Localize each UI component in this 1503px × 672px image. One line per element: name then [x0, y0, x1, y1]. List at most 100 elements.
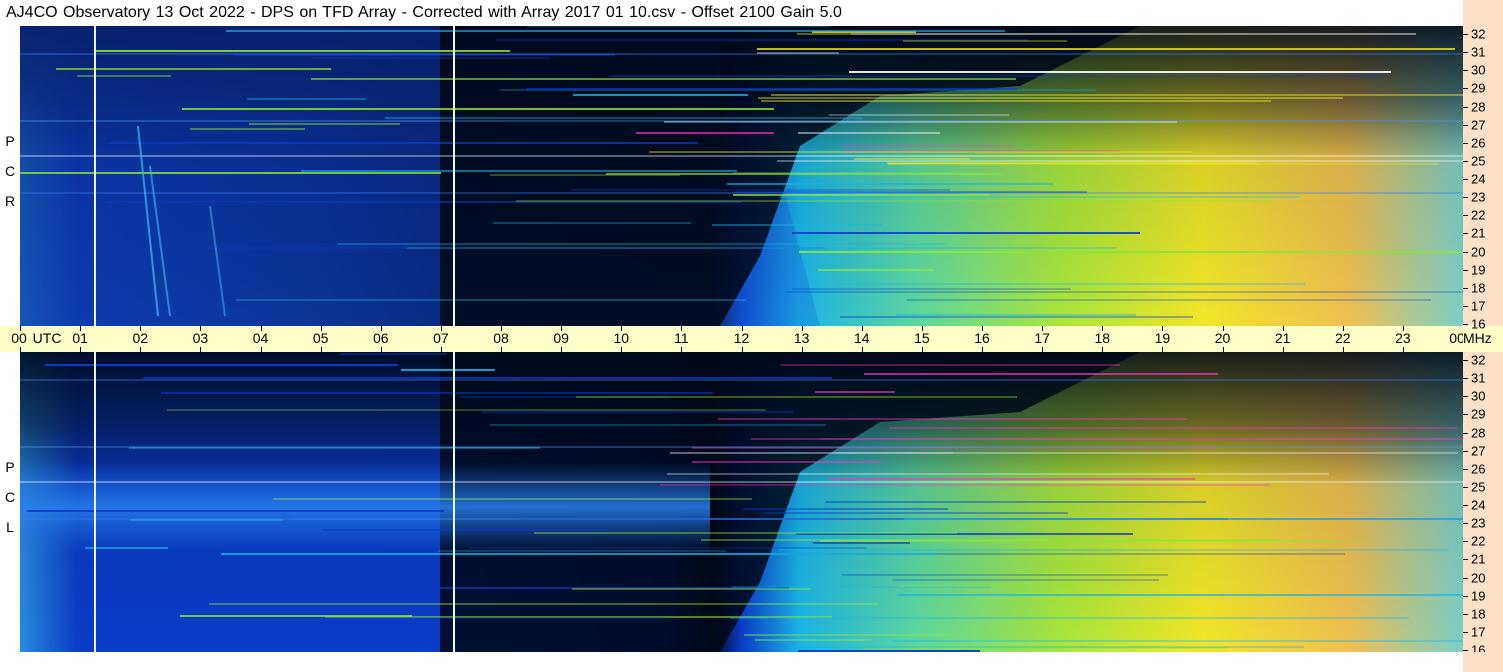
utc-tick-label: 02 — [132, 330, 149, 346]
utc-tick-label: 09 — [553, 330, 569, 346]
freq-tick-mark — [1463, 70, 1468, 72]
freq-tick-mark — [1463, 305, 1468, 307]
utc-tick-mark — [982, 326, 983, 331]
freq-tick-mark — [1463, 577, 1468, 579]
utc-tick-label: UTC — [32, 330, 62, 346]
utc-tick-label: 00 — [1449, 330, 1463, 346]
utc-tick-mark — [1342, 326, 1344, 331]
pol-letter: C — [4, 489, 16, 505]
freq-tick-label: 25 — [1471, 479, 1486, 495]
utc-tick-label: 19 — [1154, 330, 1171, 346]
utc-tick-label: 04 — [252, 330, 269, 346]
utc-tick-label: 05 — [312, 330, 329, 346]
polarization-label-lcp: P C L — [0, 452, 20, 542]
utc-tick-mark — [621, 326, 623, 331]
utc-tick-mark — [1282, 326, 1284, 331]
utc-tick-label: 21 — [1274, 330, 1291, 346]
utc-tick-label: 16 — [974, 330, 990, 346]
utc-tick-mark — [380, 326, 382, 331]
freq-tick-mark — [1463, 468, 1468, 470]
freq-tick-label: 31 — [1471, 370, 1486, 386]
frequency-axis-rcp: 32 31 30 29 28 27 26 25 24 23 22 21 20 19 18 17 16 — [1463, 26, 1503, 332]
utc-tick-label: 17 — [1034, 330, 1050, 346]
utc-tick-label: 06 — [372, 330, 389, 346]
freq-tick-mark — [1463, 287, 1468, 289]
spectrogram-rcp — [20, 26, 1463, 326]
utc-tick-mark — [1042, 326, 1044, 331]
polarization-label-rcp: P C R — [0, 126, 20, 216]
utc-tick-mark — [561, 326, 563, 331]
utc-tick-mark — [801, 326, 803, 331]
utc-tick-mark — [1402, 326, 1404, 331]
freq-tick-label: 19 — [1471, 262, 1486, 278]
freq-axis-header — [1463, 0, 1503, 26]
freq-tick-mark — [1463, 160, 1468, 162]
freq-tick-label: 26 — [1471, 135, 1486, 151]
utc-tick-label: 03 — [192, 330, 209, 346]
utc-tick-label: 15 — [914, 330, 930, 346]
freq-tick-label: 26 — [1471, 461, 1486, 477]
freq-tick-label: 21 — [1471, 551, 1486, 567]
freq-tick-mark — [1463, 523, 1468, 525]
utc-tick-mark — [80, 326, 82, 331]
utc-tick-mark — [260, 326, 262, 331]
utc-tick-label: 10 — [613, 330, 630, 346]
freq-tick-label: 20 — [1471, 570, 1486, 585]
utc-tick-mark — [1162, 326, 1164, 331]
freq-tick-mark — [1463, 396, 1468, 398]
freq-tick-label: 29 — [1471, 80, 1486, 96]
utc-tick-label: 18 — [1094, 330, 1111, 346]
freq-tick-mark — [1463, 197, 1468, 199]
utc-tick-label: 07 — [433, 330, 449, 346]
freq-tick-label: 18 — [1471, 280, 1486, 296]
freq-tick-mark — [1463, 559, 1468, 561]
freq-tick-mark — [1463, 414, 1468, 416]
utc-tick-mark — [501, 326, 502, 331]
freq-tick-label: 27 — [1471, 117, 1486, 133]
bottom-margin — [0, 652, 1503, 672]
freq-tick-label: 32 — [1471, 26, 1486, 42]
spectrogram-lcp — [20, 352, 1463, 652]
utc-tick-mark — [861, 326, 863, 331]
utc-tick-mark — [140, 326, 142, 331]
freq-tick-label: 29 — [1471, 406, 1486, 422]
freq-tick-label: 16 — [1471, 316, 1486, 332]
utc-tick-mark — [921, 326, 923, 331]
pol-letter: R — [4, 193, 16, 209]
freq-tick-mark — [1463, 251, 1468, 253]
utc-tick-mark — [1102, 326, 1104, 331]
utc-tick-label: 22 — [1334, 330, 1351, 346]
freq-tick-mark — [1463, 486, 1468, 488]
freq-tick-mark — [1463, 450, 1468, 452]
mhz-unit-label: MHz — [1463, 330, 1492, 346]
freq-tick-mark — [1463, 324, 1468, 325]
utc-tick-label: 14 — [853, 330, 870, 346]
freq-tick-label: 23 — [1471, 515, 1486, 531]
freq-tick-mark — [1463, 595, 1468, 597]
freq-tick-label: 27 — [1471, 443, 1486, 459]
freq-tick-mark — [1463, 215, 1468, 217]
freq-tick-label: 22 — [1471, 207, 1486, 223]
window-title: AJ4CO Observatory 13 Oct 2022 - DPS on T… — [0, 0, 1463, 26]
freq-tick-mark — [1463, 34, 1468, 35]
utc-tick-mark — [200, 326, 202, 331]
freq-tick-label: 30 — [1471, 388, 1486, 404]
pol-letter: P — [5, 459, 15, 475]
utc-tick-label: 01 — [72, 330, 88, 346]
freq-tick-label: 30 — [1471, 62, 1486, 78]
freq-tick-mark — [1463, 432, 1468, 434]
freq-tick-label: 24 — [1471, 497, 1486, 513]
freq-tick-mark — [1463, 613, 1468, 615]
freq-tick-label: 24 — [1471, 171, 1486, 187]
utc-tick-mark — [320, 326, 322, 331]
freq-tick-mark — [1463, 179, 1468, 180]
pol-letter: P — [5, 133, 15, 149]
pol-letter: L — [6, 519, 14, 535]
freq-tick-mark — [1463, 541, 1468, 543]
utc-time-axis: 00 UTC 01 02 03 04 05 06 07 08 09 10 11 12 13 14 15 16 17 1… — [0, 326, 1463, 352]
freq-tick-mark — [1463, 124, 1468, 126]
pol-letter: C — [4, 163, 16, 179]
freq-tick-label: 21 — [1471, 225, 1486, 241]
utc-tick-mark — [681, 326, 683, 331]
freq-tick-label: 17 — [1471, 298, 1486, 314]
